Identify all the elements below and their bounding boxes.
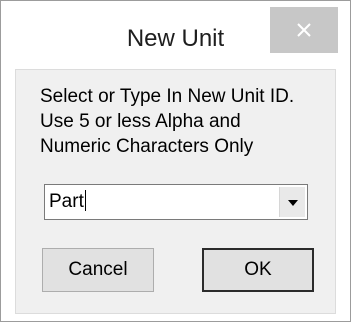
dropdown-button[interactable]: [279, 187, 305, 217]
unit-id-value: Part: [49, 191, 84, 212]
close-button[interactable]: [270, 7, 338, 53]
instructions-text: Select or Type In New Unit ID. Use 5 or …: [40, 84, 330, 159]
new-unit-dialog: New Unit Select or Type In New Unit ID. …: [0, 0, 351, 322]
instruction-line: Select or Type In New Unit ID.: [40, 86, 295, 107]
close-icon: [297, 23, 311, 37]
dropdown-arrow-icon: [287, 193, 298, 211]
title-bar[interactable]: New Unit: [1, 1, 350, 69]
dialog-body: Select or Type In New Unit ID. Use 5 or …: [15, 69, 336, 314]
instruction-line: Numeric Characters Only: [40, 136, 254, 157]
ok-button[interactable]: OK: [202, 248, 314, 292]
unit-id-input[interactable]: Part: [49, 189, 86, 215]
text-caret: [84, 190, 86, 211]
unit-id-combobox[interactable]: Part: [44, 184, 308, 220]
instruction-line: Use 5 or less Alpha and: [40, 111, 241, 132]
cancel-button[interactable]: Cancel: [42, 248, 154, 292]
